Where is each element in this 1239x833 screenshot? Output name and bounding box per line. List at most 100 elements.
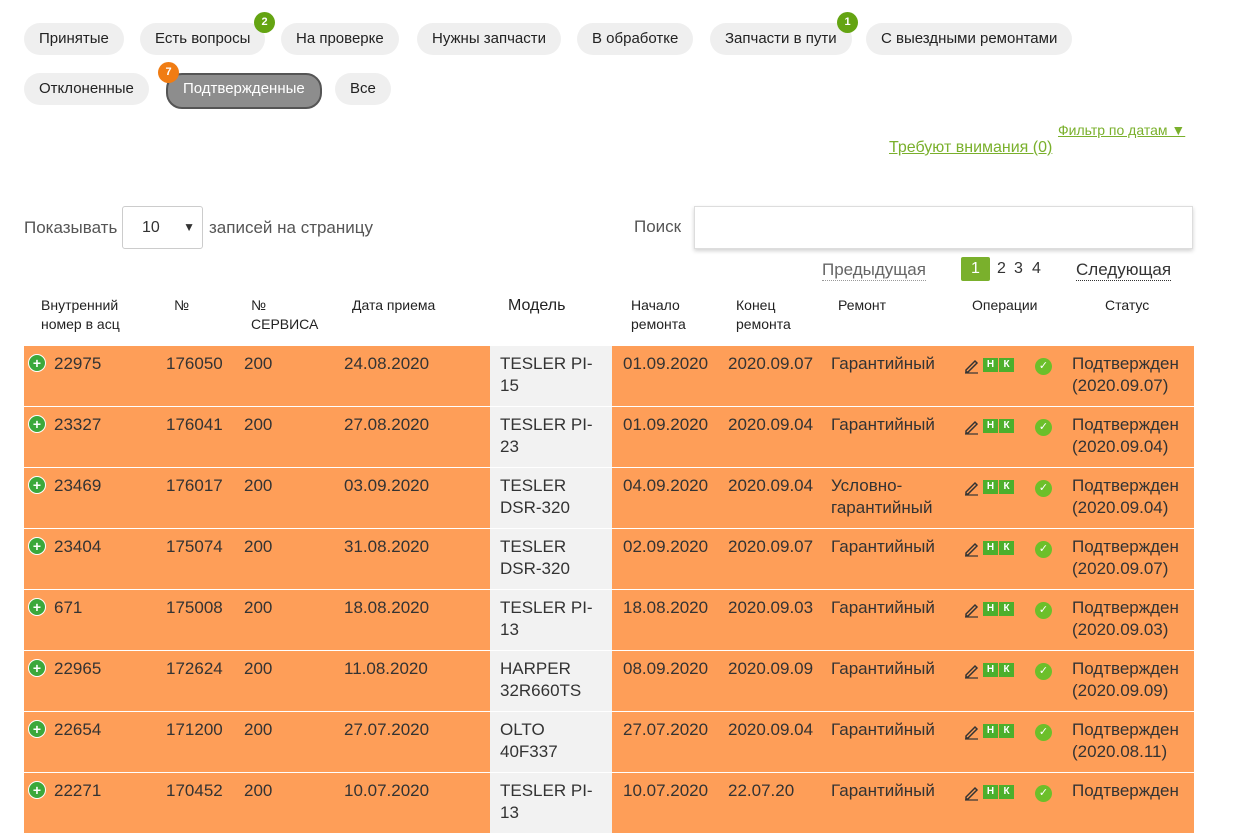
repair-start: 27.07.2020 [623,720,709,739]
received-date: 03.09.2020 [344,476,430,495]
repair-start: 01.09.2020 [623,354,709,373]
table-row[interactable]: +671 175008 200 18.08.2020 TESLER PI-13 18.08… [24,590,1194,650]
filter-label: Все [350,80,376,97]
page-4[interactable]: 4 [1032,260,1041,278]
expand-plus-icon[interactable]: + [28,354,46,372]
expand-plus-icon[interactable]: + [28,415,46,433]
repair-start: 04.09.2020 [623,476,709,495]
model: TESLER PI-13 [500,781,593,822]
filter-accepted[interactable]: Принятые [24,23,124,55]
table-row[interactable]: +22654 171200 200 27.07.2020 OLTO 40F337 27.0… [24,712,1194,772]
table-row[interactable]: +23327 176041 200 27.08.2020 TESLER PI-23 01.… [24,407,1194,467]
check-icon: ✓ [1035,602,1052,619]
received-date: 27.07.2020 [344,720,430,739]
table-row[interactable]: +23404 175074 200 31.08.2020 TESLER DSR-320 0… [24,529,1194,589]
repair-end: 2020.09.04 [728,476,814,495]
operation-n-button[interactable]: Н [983,602,998,616]
next-page-button[interactable]: Следующая [1076,260,1172,281]
edit-pencil-icon[interactable] [963,723,980,740]
repair-end: 2020.09.04 [728,415,814,434]
internal-number: 671 [54,598,83,617]
operation-n-button[interactable]: Н [983,358,998,372]
repair-end: 2020.09.04 [728,720,814,739]
expand-plus-icon[interactable]: + [28,598,46,616]
col-model[interactable]: Модель [508,296,565,315]
operation-n-button[interactable]: Н [983,541,998,555]
show-label: Показывать [24,218,118,237]
edit-pencil-icon[interactable] [963,418,980,435]
operation-k-button[interactable]: К [999,724,1014,738]
per-page-select[interactable]: 10 ▼ [122,206,203,249]
operation-k-button[interactable]: К [999,419,1014,433]
filter-bar: Принятые Есть вопросы 2 На проверке Нужны… [0,12,1239,113]
edit-pencil-icon[interactable] [963,357,980,374]
status: Подтвержден [1072,781,1179,800]
repair-type: Гарантийный [831,415,935,434]
filter-label: Принятые [39,30,109,47]
operation-k-button[interactable]: К [999,541,1014,555]
search-input[interactable] [694,206,1193,249]
edit-pencil-icon[interactable] [963,540,980,557]
table-row[interactable]: +23469 176017 200 03.09.2020 TESLER DSR-320 0… [24,468,1194,528]
received-date: 11.08.2020 [344,659,428,678]
filter-all[interactable]: Все [335,73,391,105]
col-repair-start[interactable]: Начало ремонта [631,296,701,334]
expand-plus-icon[interactable]: + [28,476,46,494]
service-number: 200 [244,476,273,495]
filter-processing[interactable]: В обработке [577,23,694,55]
check-icon: ✓ [1035,480,1052,497]
page-3[interactable]: 3 [1014,260,1023,278]
col-received-date[interactable]: Дата приема [352,296,435,315]
col-internal-number[interactable]: Внутренний номер в асц [41,296,141,334]
model: TESLER PI-15 [500,354,593,395]
page-1[interactable]: 1 [961,257,990,281]
edit-pencil-icon[interactable] [963,784,980,801]
count-badge: 1 [837,12,858,33]
edit-pencil-icon[interactable] [963,662,980,679]
operation-k-button[interactable]: К [999,480,1014,494]
check-icon: ✓ [1035,785,1052,802]
operation-k-button[interactable]: К [999,663,1014,677]
prev-page-button[interactable]: Предыдущая [822,260,926,281]
filter-on-review[interactable]: На проверке [281,23,399,55]
filter-parts-in-transit[interactable]: Запчасти в пути 1 [710,12,858,55]
expand-plus-icon[interactable]: + [28,537,46,555]
table-row[interactable]: +22975 176050 200 24.08.2020 TESLER PI-15 01.… [24,346,1194,406]
filter-label: Отклоненные [39,80,134,97]
operation-k-button[interactable]: К [999,785,1014,799]
operation-n-button[interactable]: Н [983,480,998,494]
received-date: 24.08.2020 [344,354,430,373]
table-row[interactable]: +22965 172624 200 11.08.2020 HARPER 32R660TS… [24,651,1194,711]
filter-need-parts[interactable]: Нужны запчасти [417,23,562,55]
check-icon: ✓ [1035,419,1052,436]
operation-k-button[interactable]: К [999,358,1014,372]
operation-k-button[interactable]: К [999,602,1014,616]
col-status[interactable]: Статус [1105,296,1149,315]
col-repair-end[interactable]: Конец ремонта [736,296,806,334]
expand-plus-icon[interactable]: + [28,781,46,799]
record-number: 175074 [166,537,223,556]
expand-plus-icon[interactable]: + [28,659,46,677]
service-number: 200 [244,720,273,739]
edit-pencil-icon[interactable] [963,479,980,496]
edit-pencil-icon[interactable] [963,601,980,618]
repair-start: 10.07.2020 [623,781,709,800]
attention-link[interactable]: Требуют внимания (0) [889,139,1052,157]
col-service-number[interactable]: № СЕРВИСА [251,296,321,334]
operation-n-button[interactable]: Н [983,785,998,799]
page-2[interactable]: 2 [997,260,1006,278]
filter-field-repairs[interactable]: С выездными ремонтами [866,23,1073,55]
operation-n-button[interactable]: Н [983,724,998,738]
operation-n-button[interactable]: Н [983,419,998,433]
date-filter-link[interactable]: Фильтр по датам ▼ [1058,122,1185,138]
received-date: 27.08.2020 [344,415,430,434]
filter-confirmed[interactable]: Подтвержденные 7 [158,62,322,109]
table-row[interactable]: +22271 170452 200 10.07.2020 TESLER PI-13 10.… [24,773,1194,833]
filter-rejected[interactable]: Отклоненные [24,73,149,105]
expand-plus-icon[interactable]: + [28,720,46,738]
col-number[interactable]: № [174,296,189,315]
record-number: 176041 [166,415,223,434]
filter-questions[interactable]: Есть вопросы 2 [140,12,275,55]
operation-n-button[interactable]: Н [983,663,998,677]
col-repair-type[interactable]: Ремонт [838,296,886,315]
